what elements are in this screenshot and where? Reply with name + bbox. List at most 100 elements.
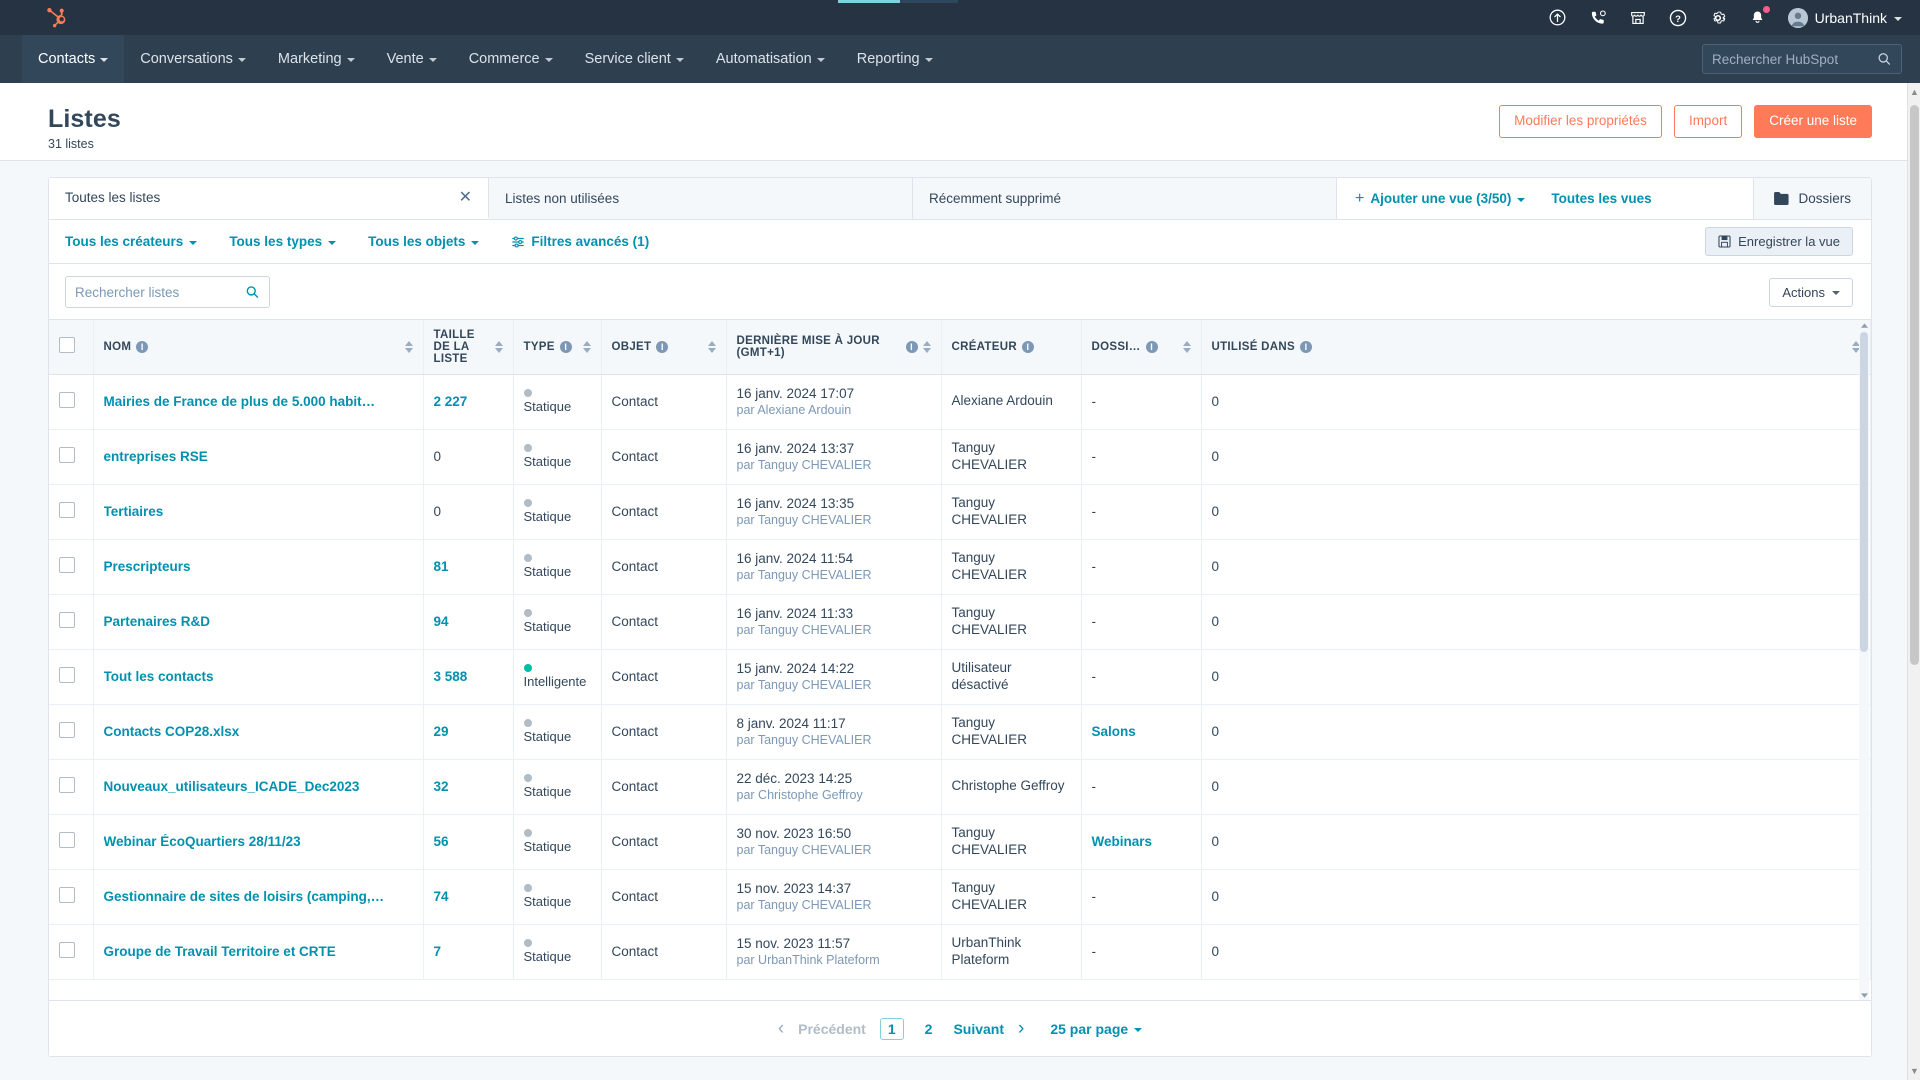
row-checkbox[interactable] [59, 557, 75, 573]
cell-checkbox[interactable] [49, 924, 93, 979]
th-select-all[interactable] [49, 320, 93, 374]
list-size[interactable]: 3 588 [434, 669, 468, 684]
help-icon[interactable]: ? [1668, 8, 1688, 28]
scroll-down-icon[interactable] [1860, 990, 1868, 1000]
nav-item-automatisation[interactable]: Automatisation [700, 35, 841, 83]
info-icon[interactable]: i [656, 341, 668, 353]
list-name-link[interactable]: Groupe de Travail Territoire et CRTE [104, 944, 413, 959]
th-used-in[interactable]: UTILISÉ DANS i [1201, 320, 1871, 374]
sort-arrows-icon[interactable] [495, 341, 503, 353]
create-list-button[interactable]: Créer une liste [1754, 105, 1872, 138]
cell-checkbox[interactable] [49, 539, 93, 594]
table-row[interactable]: Partenaires R&D94StatiqueContact16 janv.… [49, 594, 1871, 649]
list-name-link[interactable]: Gestionnaire de sites de loisirs (campin… [104, 889, 413, 904]
notifications-bell-icon[interactable] [1748, 8, 1768, 28]
row-checkbox[interactable] [59, 942, 75, 958]
list-name-link[interactable]: Tertiaires [104, 504, 413, 519]
list-name-link[interactable]: Prescripteurs [104, 559, 413, 574]
list-size[interactable]: 29 [434, 724, 449, 739]
list-size[interactable]: 7 [434, 944, 442, 959]
nav-item-conversations[interactable]: Conversations [124, 35, 262, 83]
list-name-link[interactable]: Mairies de France de plus de 5.000 habit… [104, 394, 413, 409]
global-search[interactable] [1702, 44, 1902, 74]
info-icon[interactable]: i [1146, 341, 1158, 353]
filter-creators[interactable]: Tous les créateurs [65, 234, 197, 249]
edit-properties-button[interactable]: Modifier les propriétés [1499, 105, 1662, 138]
view-tab-recemment-supprime[interactable]: Récemment supprimé [913, 178, 1337, 219]
global-search-input[interactable] [1712, 52, 1877, 67]
import-button[interactable]: Import [1674, 105, 1742, 138]
row-checkbox[interactable] [59, 612, 75, 628]
filter-objects[interactable]: Tous les objets [368, 234, 479, 249]
close-icon[interactable]: ✕ [447, 190, 472, 206]
scroll-up-icon[interactable] [1860, 320, 1868, 330]
scrollbar-thumb[interactable] [1860, 332, 1868, 652]
nav-item-service-client[interactable]: Service client [569, 35, 700, 83]
table-row[interactable]: Tertiaires0StatiqueContact16 janv. 2024 … [49, 484, 1871, 539]
th-last-updated[interactable]: DERNIÈRE MISE À JOUR (GMT+1) i [726, 320, 941, 374]
cell-checkbox[interactable] [49, 649, 93, 704]
search-input[interactable] [75, 285, 245, 300]
row-checkbox[interactable] [59, 887, 75, 903]
row-checkbox[interactable] [59, 447, 75, 463]
page-number-2[interactable]: 2 [918, 1019, 940, 1039]
info-icon[interactable]: i [560, 341, 572, 353]
settings-gear-icon[interactable] [1708, 8, 1728, 28]
table-row[interactable]: Prescripteurs81StatiqueContact16 janv. 2… [49, 539, 1871, 594]
nav-item-reporting[interactable]: Reporting [841, 35, 949, 83]
table-row[interactable]: Webinar ÉcoQuartiers 28/11/2356StatiqueC… [49, 814, 1871, 869]
cell-checkbox[interactable] [49, 869, 93, 924]
folders-tab[interactable]: Dossiers [1753, 178, 1871, 219]
row-checkbox[interactable] [59, 392, 75, 408]
nav-item-contacts[interactable]: Contacts [22, 35, 124, 83]
page-scroll-down-icon[interactable]: ▼ [1908, 1064, 1920, 1078]
list-name-link[interactable]: entreprises RSE [104, 449, 413, 464]
cell-checkbox[interactable] [49, 484, 93, 539]
th-size[interactable]: TAILLE DE LA LISTE [423, 320, 513, 374]
actions-button[interactable]: Actions [1769, 278, 1853, 307]
page-number-1[interactable]: 1 [880, 1018, 904, 1040]
nav-item-commerce[interactable]: Commerce [453, 35, 569, 83]
list-size[interactable]: 74 [434, 889, 449, 904]
prev-page-button[interactable]: Précédent [798, 1021, 866, 1037]
list-name-link[interactable]: Tout les contacts [104, 669, 413, 684]
sort-arrows-icon[interactable] [1183, 341, 1191, 353]
per-page-selector[interactable]: 25 par page [1050, 1021, 1142, 1037]
table-row[interactable]: Tout les contacts3 588IntelligenteContac… [49, 649, 1871, 704]
next-chevron-icon[interactable]: › [1018, 1019, 1024, 1038]
cell-checkbox[interactable] [49, 704, 93, 759]
folder-name[interactable]: Salons [1092, 724, 1136, 739]
th-type[interactable]: TYPE i [513, 320, 601, 374]
table-row[interactable]: Contacts COP28.xlsx29StatiqueContact8 ja… [49, 704, 1871, 759]
next-page-button[interactable]: Suivant [953, 1021, 1004, 1037]
info-icon[interactable]: i [1300, 341, 1312, 353]
cell-checkbox[interactable] [49, 594, 93, 649]
row-checkbox[interactable] [59, 832, 75, 848]
prev-chevron-icon[interactable]: ‹ [778, 1019, 784, 1038]
page-scrollbar[interactable]: ▲ ▼ [1907, 83, 1920, 1080]
row-checkbox[interactable] [59, 722, 75, 738]
page-scroll-up-icon[interactable]: ▲ [1908, 85, 1920, 99]
nav-item-vente[interactable]: Vente [371, 35, 453, 83]
hubspot-sprocket-logo[interactable] [42, 3, 72, 33]
sort-arrows-icon[interactable] [583, 341, 591, 353]
list-name-link[interactable]: Nouveaux_utilisateurs_ICADE_Dec2023 [104, 779, 413, 794]
upgrade-arrow-icon[interactable] [1548, 8, 1568, 28]
th-object[interactable]: OBJET i [601, 320, 726, 374]
cell-checkbox[interactable] [49, 429, 93, 484]
marketplace-icon[interactable] [1628, 8, 1648, 28]
cell-checkbox[interactable] [49, 814, 93, 869]
th-creator[interactable]: CRÉATEUR i [941, 320, 1081, 374]
sort-arrows-icon[interactable] [923, 341, 931, 353]
list-size[interactable]: 2 227 [434, 394, 468, 409]
search-lists-field[interactable] [65, 276, 270, 308]
cell-checkbox[interactable] [49, 374, 93, 429]
table-row[interactable]: Mairies de France de plus de 5.000 habit… [49, 374, 1871, 429]
th-folder[interactable]: DOSSI… i [1081, 320, 1201, 374]
info-icon[interactable]: i [136, 341, 148, 353]
info-icon[interactable]: i [1022, 341, 1034, 353]
list-name-link[interactable]: Webinar ÉcoQuartiers 28/11/23 [104, 834, 413, 849]
nav-item-marketing[interactable]: Marketing [262, 35, 371, 83]
sort-arrows-icon[interactable] [708, 341, 716, 353]
folder-name[interactable]: Webinars [1092, 834, 1153, 849]
